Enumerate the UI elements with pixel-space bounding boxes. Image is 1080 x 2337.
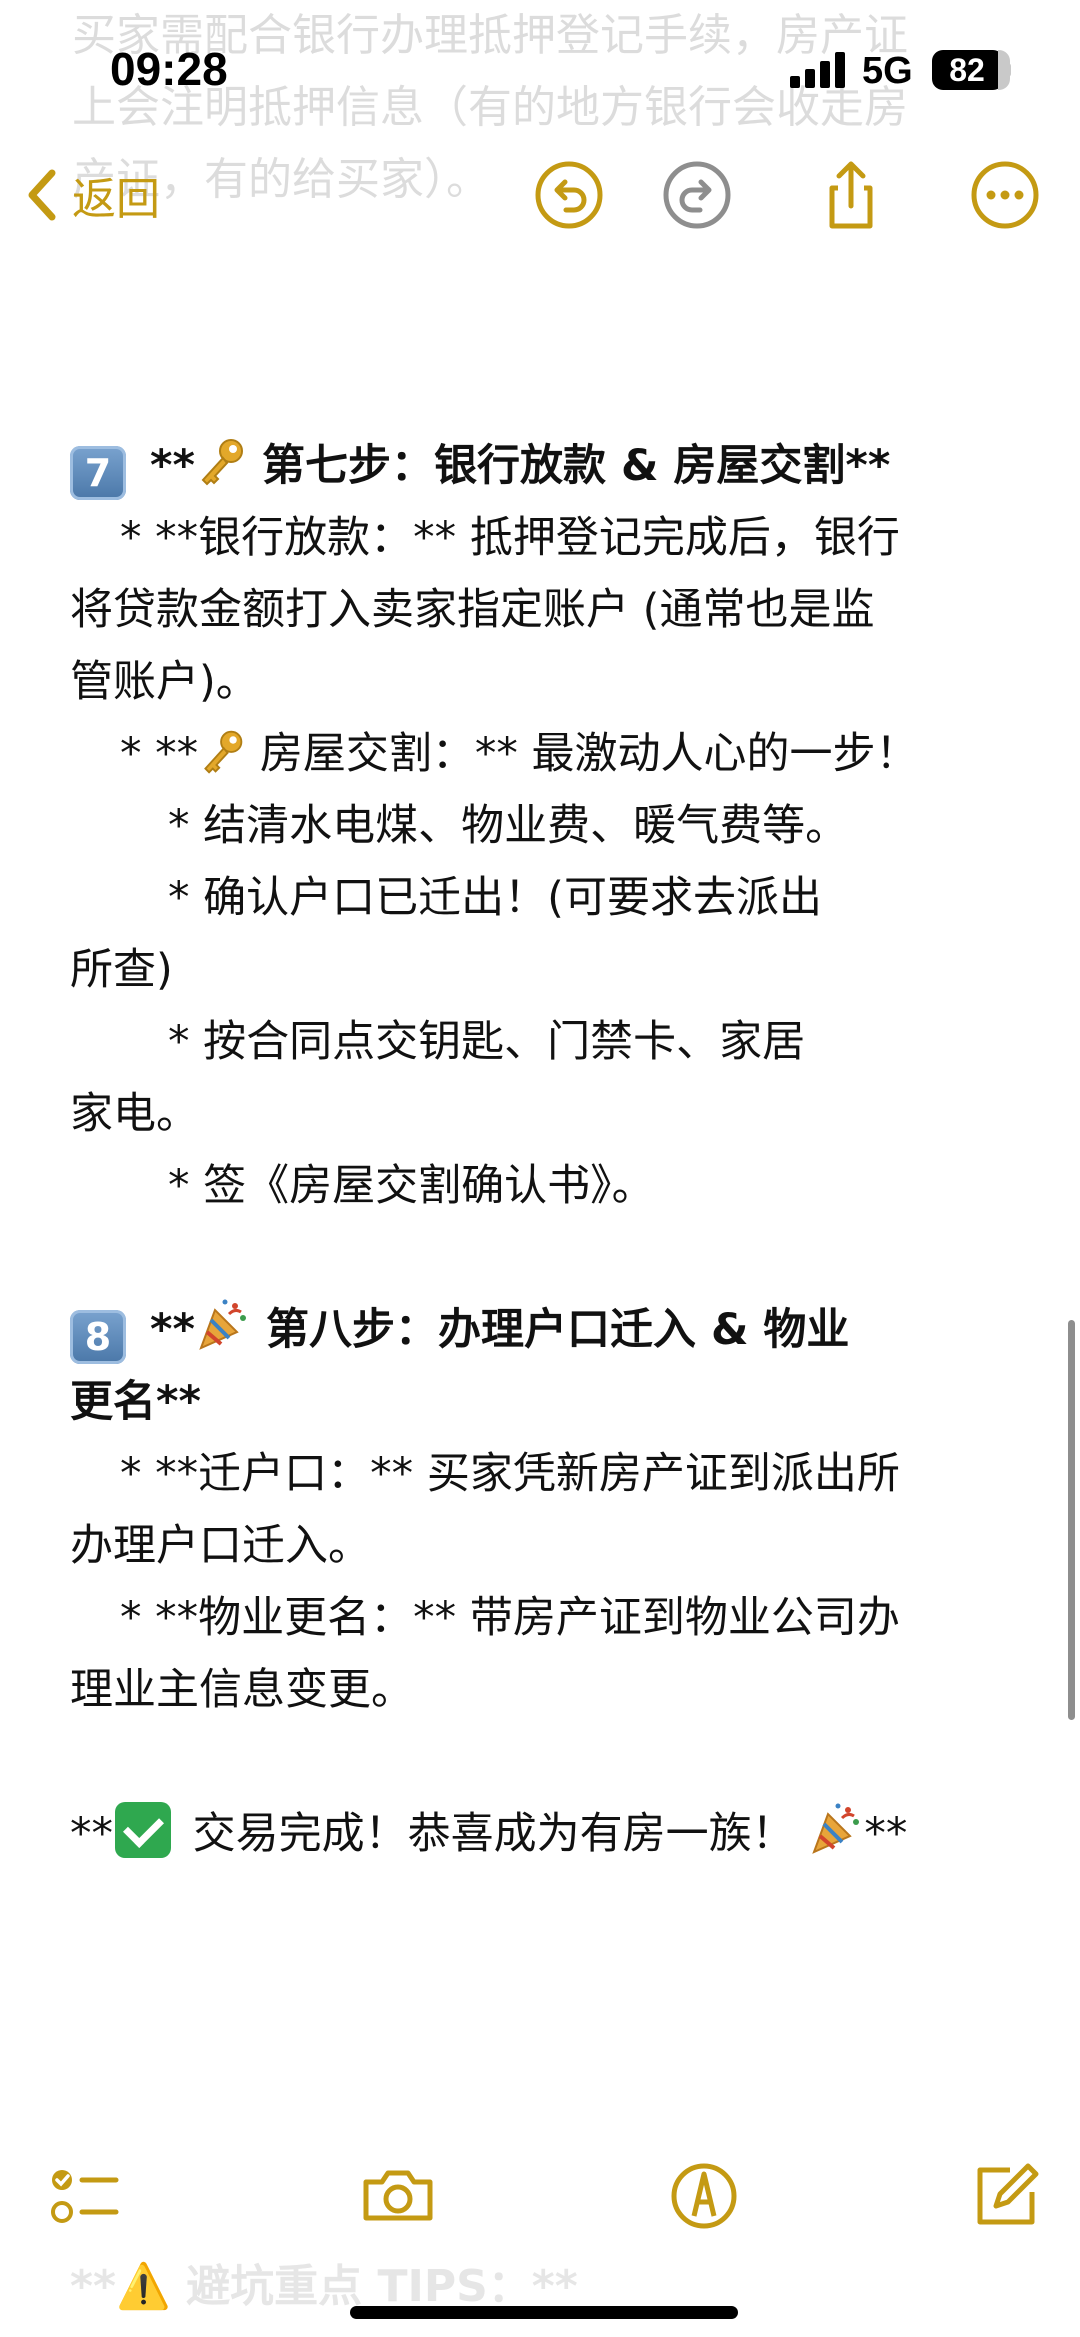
handover-bullet: * ** 房屋交割：** 最激动人心的一步！: [70, 718, 1020, 790]
nav-bar: 返回: [0, 140, 1080, 250]
sub-bullet: * 确认户口已迁出！(可要求去派出: [168, 873, 822, 923]
undo-icon[interactable]: [532, 158, 606, 232]
back-label: 返回: [72, 174, 160, 225]
closing-text: 交易完成！恭喜成为有房一族！: [192, 1809, 795, 1859]
battery-level: 82: [949, 52, 985, 88]
share-icon[interactable]: [814, 158, 888, 232]
keycap-8-icon: 8: [70, 1310, 126, 1364]
network-type: 5G: [862, 50, 913, 92]
key-icon: [195, 436, 247, 510]
step8-title: 第八步：办理户口迁入 & 物业: [265, 1305, 850, 1355]
home-indicator[interactable]: [350, 2306, 738, 2319]
note-body[interactable]: 7 ** 第七步：银行放款 & 房屋交割** * **银行放款：** 抵押登记完成…: [70, 430, 1020, 1870]
check-mark-icon: [115, 1802, 171, 1858]
loan-continued: 管账户)。: [70, 657, 259, 707]
back-button[interactable]: 返回: [22, 160, 160, 230]
step7-heading: 7 ** 第七步：银行放款 & 房屋交割**: [70, 430, 1020, 502]
hukou-bullet: * **迁户口：** 买家凭新房产证到派出所: [120, 1449, 900, 1499]
scroll-indicator[interactable]: [1068, 1320, 1075, 1720]
sub-bullet-continued: 家电。: [70, 1089, 199, 1139]
status-time: 09:28: [110, 43, 228, 95]
hukou-continued: 办理户口迁入。: [70, 1521, 371, 1571]
step7-title: 第七步：银行放款 & 房屋交割**: [261, 441, 891, 491]
markup-pen-icon[interactable]: [664, 2156, 744, 2236]
compose-icon[interactable]: [966, 2156, 1046, 2236]
more-icon[interactable]: [968, 158, 1042, 232]
key-icon: [198, 726, 246, 798]
property-bullet: * **物业更名：** 带房产证到物业公司办: [120, 1593, 900, 1643]
status-bar: 09:28 5G 82: [0, 0, 1080, 140]
party-popper-icon: [808, 1800, 864, 1878]
party-popper-icon: [195, 1296, 251, 1374]
loan-bullet: * **银行放款：** 抵押登记完成后，银行: [120, 513, 900, 563]
markdown-marker: **: [150, 1305, 195, 1355]
camera-icon[interactable]: [358, 2156, 438, 2236]
signal-strength-icon: [790, 52, 850, 88]
chevron-left-icon: [28, 169, 56, 221]
markdown-marker: **: [70, 1809, 113, 1859]
redo-icon[interactable]: [660, 158, 734, 232]
property-continued: 理业主信息变更。: [70, 1665, 414, 1715]
markdown-marker: **: [150, 441, 195, 491]
keycap-7-icon: 7: [70, 446, 126, 500]
closing-line: ** 交易完成！恭喜成为有房一族！ **: [70, 1798, 1020, 1870]
bottom-toolbar: [0, 2140, 1080, 2260]
battery-icon: 82: [932, 50, 1011, 90]
markdown-marker: **: [864, 1809, 908, 1859]
step8-heading: 8 ** 第八步：办理户口迁入 & 物业: [70, 1294, 1020, 1366]
sub-bullet: * 签《房屋交割确认书》。: [168, 1161, 655, 1211]
sub-bullet: * 按合同点交钥匙、门禁卡、家居: [168, 1017, 806, 1067]
checklist-icon[interactable]: [44, 2156, 124, 2236]
step8-title-continued: 更名**: [70, 1377, 201, 1427]
handover-text: 房屋交割：** 最激动人心的一步！: [259, 729, 919, 779]
loan-continued: 将贷款金额打入卖家指定账户 (通常也是监: [70, 585, 875, 635]
markdown-marker: * **: [120, 729, 199, 779]
sub-bullet: * 结清水电煤、物业费、暖气费等。: [168, 801, 849, 851]
sub-bullet-continued: 所查): [70, 945, 173, 995]
